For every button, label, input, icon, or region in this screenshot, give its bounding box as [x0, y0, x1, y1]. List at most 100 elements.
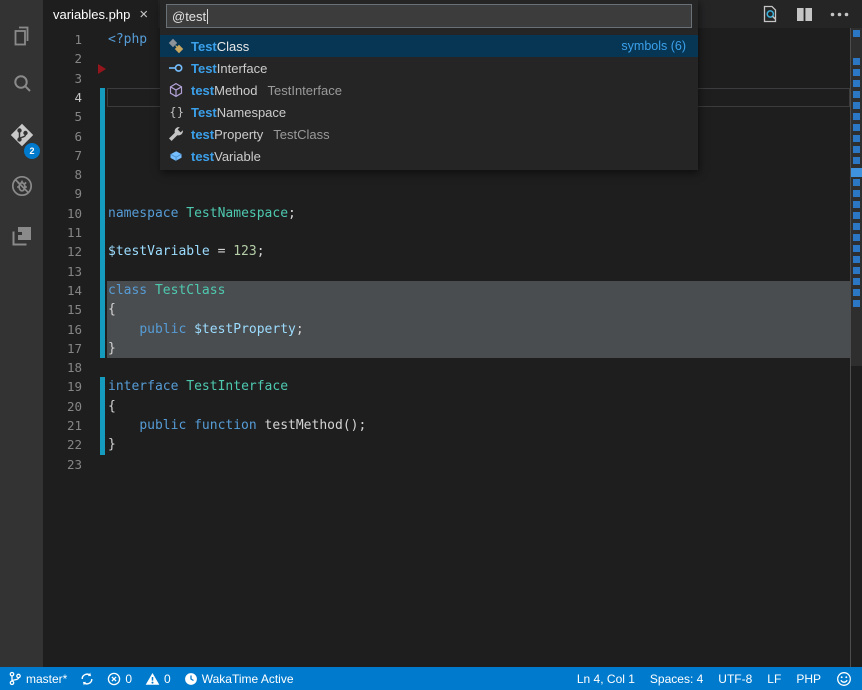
code-line-9[interactable]: 9 — [43, 184, 850, 204]
status-item-wakatime[interactable]: WakaTime Active — [184, 672, 294, 686]
status-bar-right: Ln 4, Col 1 Spaces: 4 UTF-8 LF PHP — [577, 671, 862, 687]
code-line-21[interactable]: 21 public function testMethod(); — [43, 416, 850, 436]
overview-ruler-mark — [853, 278, 860, 285]
extensions-icon — [9, 223, 35, 249]
overview-ruler-mark — [853, 80, 860, 87]
overview-ruler-mark — [853, 234, 860, 241]
line-number: 17 — [43, 339, 82, 358]
quick-open-result-TestInterface[interactable]: TestInterface — [160, 57, 698, 79]
status-item-label: 0 — [164, 672, 171, 686]
overview-ruler-mark — [853, 135, 860, 142]
status-item-language-mode[interactable]: PHP — [796, 672, 821, 686]
symbol-container-detail: TestInterface — [268, 83, 342, 98]
overview-ruler-mark — [853, 157, 860, 164]
result-group-badge: symbols (6) — [621, 39, 686, 53]
code-line-13[interactable]: 13 — [43, 262, 850, 282]
status-item-errors[interactable]: 0 — [107, 672, 132, 686]
line-number: 14 — [43, 281, 82, 300]
open-preview-button[interactable] — [761, 5, 779, 23]
line-number: 4 — [43, 88, 82, 107]
line-number: 1 — [43, 30, 82, 49]
code-line-10[interactable]: 10 namespace TestNamespace; — [43, 204, 850, 224]
overview-ruler-mark — [853, 179, 860, 186]
search-icon — [9, 71, 35, 97]
overview-ruler-mark — [853, 113, 860, 120]
quick-open-widget: @test TestClasssymbols (6)TestInterfacet… — [160, 0, 698, 170]
code-line-18[interactable]: 18 — [43, 358, 850, 378]
code-line-19[interactable]: 19interface TestInterface — [43, 377, 850, 397]
quick-open-result-TestNamespace[interactable]: {}TestNamespace — [160, 101, 698, 123]
more-actions-button[interactable] — [830, 12, 849, 17]
status-item-label: 0 — [125, 672, 132, 686]
quick-open-query: @test — [172, 9, 206, 24]
line-number: 16 — [43, 320, 82, 339]
status-item-encoding[interactable]: UTF-8 — [718, 672, 752, 686]
activity-bar-item-debug[interactable] — [0, 166, 43, 206]
code-line-11[interactable]: 11 — [43, 223, 850, 243]
quick-open-result-testMethod[interactable]: testMethodTestInterface — [160, 79, 698, 101]
activity-bar-item-explorer[interactable] — [0, 16, 43, 56]
editor-title-actions — [761, 0, 862, 28]
code-line-23[interactable]: 23 — [43, 455, 850, 475]
code-line-20[interactable]: 20{ — [43, 397, 850, 417]
scrollbar-slider[interactable] — [851, 28, 862, 366]
code-text: class TestClass — [108, 281, 225, 300]
split-editor-icon — [796, 7, 813, 22]
open-preview-icon — [761, 5, 779, 23]
quick-open-results: TestClasssymbols (6)TestInterfacetestMet… — [160, 35, 698, 167]
activity-bar-item-source-control[interactable]: 2 — [0, 115, 43, 155]
tab-variables-php[interactable]: variables.php × — [43, 0, 158, 28]
files-icon — [9, 23, 35, 49]
overview-ruler-mark — [853, 201, 860, 208]
status-item-sync[interactable] — [80, 672, 94, 686]
symbol-class-icon — [168, 38, 184, 54]
status-item-warnings[interactable]: 0 — [145, 672, 171, 686]
quick-open-result-testVariable[interactable]: testVariable — [160, 145, 698, 167]
quick-open-result-testProperty[interactable]: testPropertyTestClass — [160, 123, 698, 145]
code-text: { — [108, 397, 116, 416]
symbol-interface-icon — [168, 60, 184, 76]
quick-open-input[interactable]: @test — [166, 4, 692, 28]
line-number: 5 — [43, 107, 82, 126]
line-number: 6 — [43, 127, 82, 146]
overview-ruler-mark — [851, 168, 862, 177]
tab-title: variables.php — [53, 7, 130, 22]
symbol-label: testVariable — [191, 149, 261, 164]
split-editor-button[interactable] — [796, 7, 813, 22]
quick-open-result-TestClass[interactable]: TestClasssymbols (6) — [160, 35, 698, 57]
code-line-14[interactable]: 14 class TestClass — [43, 281, 850, 301]
code-line-15[interactable]: 15{ — [43, 300, 850, 320]
code-text: } — [108, 339, 116, 358]
activity-bar-item-extensions[interactable] — [0, 216, 43, 256]
line-number: 7 — [43, 146, 82, 165]
code-text: namespace TestNamespace; — [108, 204, 296, 223]
code-line-17[interactable]: 17} — [43, 339, 850, 359]
symbol-label: TestNamespace — [191, 105, 286, 120]
overview-ruler-mark — [853, 223, 860, 230]
close-icon[interactable]: × — [139, 7, 148, 22]
vscode-window: 2 variables.php × 1<?php2345678910namesp… — [0, 0, 862, 690]
status-item-label: WakaTime Active — [202, 672, 294, 686]
status-item-eol[interactable]: LF — [767, 672, 781, 686]
status-item-cursor-position[interactable]: Ln 4, Col 1 — [577, 672, 635, 686]
ellipsis-icon — [830, 12, 849, 17]
code-line-22[interactable]: 22} — [43, 435, 850, 455]
overview-ruler-mark — [853, 256, 860, 263]
scm-pending-changes-badge: 2 — [24, 143, 40, 159]
status-item-git-branch[interactable]: master* — [8, 671, 67, 686]
line-number: 19 — [43, 377, 82, 396]
status-item-feedback[interactable] — [836, 671, 852, 687]
overview-ruler-mark — [853, 146, 860, 153]
line-number: 10 — [43, 204, 82, 223]
line-number: 13 — [43, 262, 82, 281]
overview-ruler-mark — [853, 190, 860, 197]
overview-ruler-scrollbar[interactable] — [850, 28, 862, 667]
code-line-12[interactable]: 12 $testVariable = 123; — [43, 242, 850, 262]
status-item-indentation[interactable]: Spaces: 4 — [650, 672, 703, 686]
svg-text:{: { — [170, 105, 177, 119]
code-line-16[interactable]: 16 public $testProperty; — [43, 320, 850, 340]
activity-bar-item-search[interactable] — [0, 64, 43, 104]
overview-ruler-mark — [853, 289, 860, 296]
code-text: $testVariable = 123; — [108, 242, 265, 261]
line-number: 12 — [43, 242, 82, 261]
